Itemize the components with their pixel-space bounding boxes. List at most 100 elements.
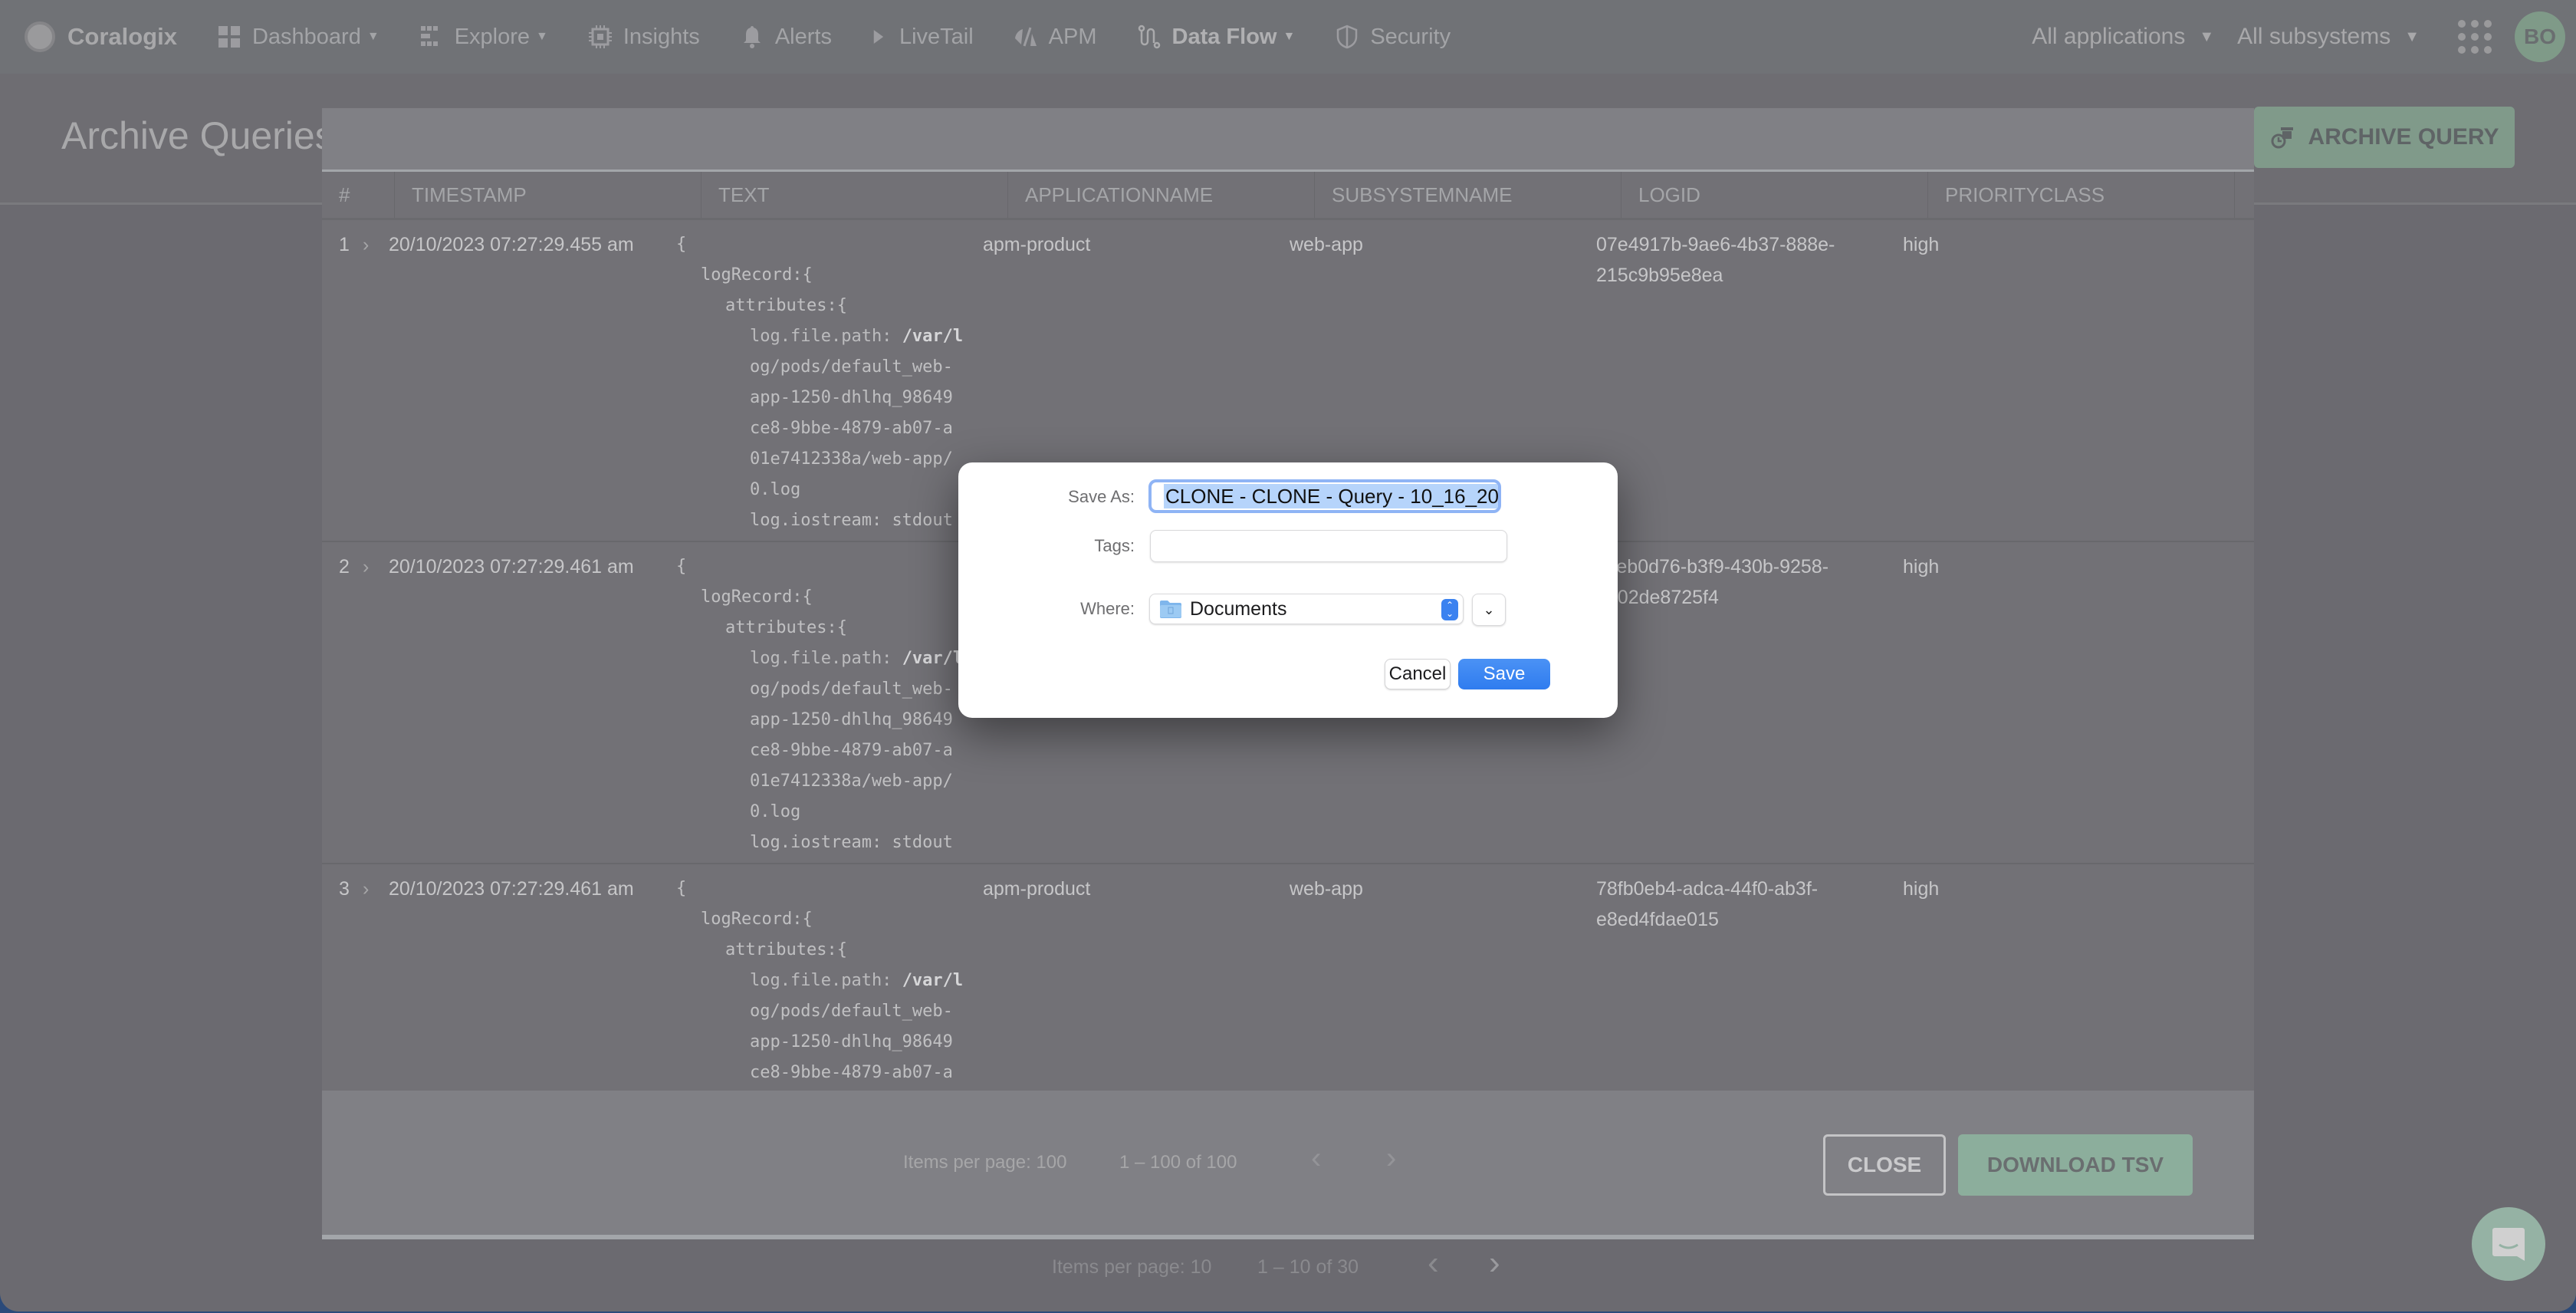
save-as-input[interactable]: CLONE - CLONE - Query - 10_16_20: [1148, 479, 1501, 513]
json-line: 0.log: [750, 802, 801, 821]
apps-grid-icon[interactable]: [2458, 20, 2492, 54]
json-line: log.file.path: /var/l: [750, 649, 964, 668]
nav-item-security[interactable]: Security: [1335, 25, 1451, 50]
row-application: apm-product: [983, 878, 1091, 900]
column-header-logid[interactable]: LOGID: [1622, 172, 1928, 218]
nav-item-label: LiveTail: [899, 24, 974, 49]
save-button[interactable]: Save: [1458, 659, 1550, 689]
items-per-page[interactable]: Items per page: 100: [903, 1152, 1066, 1173]
row-priority: high: [1903, 878, 1940, 900]
nav-item-dashboard[interactable]: Dashboard ▼: [217, 25, 380, 50]
row-priority: high: [1903, 556, 1940, 578]
nav-item-explore[interactable]: Explore ▼: [419, 25, 548, 50]
json-line: app-1250-dhlhq_98649: [750, 1032, 953, 1051]
row-number: 1: [339, 234, 350, 255]
json-line: ce8-9bbe-4879-ab07-a: [750, 419, 953, 438]
row-text: { logRecord:{ attributes:{ log.file.path…: [659, 864, 966, 1091]
user-avatar[interactable]: BO: [2515, 12, 2565, 62]
apm-icon: [1014, 27, 1037, 47]
expand-row-icon[interactable]: ›: [349, 220, 380, 541]
subsystems-filter[interactable]: All subsystems ▼: [2237, 24, 2420, 50]
where-select[interactable]: Documents ⌃ ⌄: [1149, 594, 1464, 624]
nav-item-alerts[interactable]: Alerts: [740, 25, 832, 50]
chevron-down-icon: ⌄: [1483, 601, 1495, 617]
column-header-text[interactable]: TEXT: [702, 172, 1008, 218]
nav-item-label: APM: [1048, 24, 1097, 49]
column-header-applicationname[interactable]: APPLICATIONNAME: [1008, 172, 1315, 218]
row-priority: high: [1903, 234, 1940, 255]
prev-page-icon[interactable]: ‹: [1311, 1141, 1321, 1176]
nav-item-insights[interactable]: Insights: [588, 25, 700, 50]
nav-right: All applications ▼ All subsystems ▼ BO: [2032, 0, 2576, 74]
data-flow-icon: [1138, 25, 1160, 49]
download-tsv-button[interactable]: DOWNLOAD TSV: [1958, 1134, 2193, 1196]
tags-input[interactable]: [1150, 530, 1507, 562]
column-header-priorityclass[interactable]: PRIORITYCLASS: [1928, 172, 2235, 218]
expand-dialog-button[interactable]: ⌄: [1472, 594, 1506, 626]
json-line: attributes:{: [725, 618, 847, 637]
shield-icon: [1337, 25, 1358, 49]
archive-query-button[interactable]: ARCHIVE QUERY: [2254, 107, 2515, 168]
where-label: Where:: [1080, 599, 1135, 618]
json-line: {: [676, 235, 687, 254]
json-line: log.file.path: /var/l: [750, 971, 964, 990]
brand-name: Coralogix: [67, 23, 177, 50]
json-line: log.file.path: /var/l: [750, 327, 964, 346]
outer-next-page-icon[interactable]: ›: [1489, 1244, 1500, 1282]
table-row[interactable]: 3 › 20/10/2023 07:27:29.461 am { logReco…: [322, 864, 2254, 1091]
brand-logo[interactable]: Coralogix: [25, 21, 177, 52]
folder-icon: [1160, 601, 1181, 618]
outer-range: 1 – 10 of 30: [1257, 1256, 1359, 1278]
applications-filter[interactable]: All applications ▼: [2032, 24, 2214, 50]
row-timestamp: 20/10/2023 07:27:29.461 am: [389, 878, 634, 900]
page-range: 1 – 100 of 100: [1119, 1152, 1237, 1173]
page-title: Archive Queries: [61, 114, 334, 157]
json-line: attributes:{: [725, 296, 847, 315]
save-dialog: Save As: CLONE - CLONE - Query - 10_16_2…: [958, 462, 1618, 718]
save-as-label: Save As:: [1068, 487, 1135, 506]
json-line: attributes:{: [725, 940, 847, 959]
next-page-icon[interactable]: ›: [1386, 1141, 1396, 1176]
row-timestamp: 20/10/2023 07:27:29.461 am: [389, 556, 634, 578]
row-logid: 07e4917b-9ae6-4b37-888e- 215c9b95e8ea: [1596, 234, 1835, 286]
nav-item-label: Explore: [454, 24, 531, 49]
bell-icon: [743, 26, 761, 48]
nav-item-apm[interactable]: APM: [1014, 25, 1097, 50]
chevron-down-icon: ▼: [2199, 28, 2215, 45]
expand-row-icon[interactable]: ›: [349, 542, 380, 863]
outer-prev-page-icon[interactable]: ‹: [1428, 1244, 1439, 1282]
row-timestamp: 20/10/2023 07:27:29.455 am: [389, 234, 634, 255]
json-line: 01e7412338a/web-app/: [750, 449, 953, 469]
archive-history-icon: [2271, 127, 2293, 149]
close-button[interactable]: CLOSE: [1823, 1134, 1946, 1196]
explore-icon: [420, 26, 438, 46]
applications-filter-label: All applications: [2032, 24, 2186, 49]
expand-row-icon[interactable]: ›: [349, 864, 380, 1091]
coralogix-logo-icon: [25, 21, 55, 52]
row-subsystem: web-app: [1290, 878, 1363, 900]
nav-item-label: Insights: [623, 24, 700, 49]
outer-items-per-page[interactable]: Items per page: 10: [1052, 1256, 1211, 1278]
subsystems-filter-label: All subsystems: [2237, 24, 2391, 49]
json-line: log.iostream: stdout: [750, 511, 953, 530]
json-line: ce8-9bbe-4879-ab07-a: [750, 741, 953, 760]
chevron-down-icon: ▼: [366, 30, 380, 43]
table-header: # TIMESTAMP TEXT APPLICATIONNAME SUBSYST…: [322, 172, 2254, 220]
column-header-subsystemname[interactable]: SUBSYSTEMNAME: [1315, 172, 1622, 218]
nav-item-label: Data Flow: [1171, 24, 1277, 49]
json-line: logRecord:{: [701, 910, 813, 929]
top-nav: Coralogix Dashboard ▼ Explore ▼ Insights A…: [0, 0, 2576, 74]
nav-item-livetail[interactable]: LiveTail: [872, 25, 974, 50]
chevron-down-icon: ▼: [2404, 28, 2420, 45]
panel-header: [322, 108, 2254, 172]
chat-support-button[interactable]: [2472, 1207, 2545, 1281]
row-number: 3: [339, 878, 350, 900]
tags-label: Tags:: [1094, 536, 1135, 555]
nav-item-label: Security: [1370, 24, 1451, 49]
column-header-number[interactable]: #: [322, 172, 395, 218]
cancel-button[interactable]: Cancel: [1385, 659, 1451, 689]
browser-window: Coralogix Dashboard ▼ Explore ▼ Insights A…: [0, 0, 2576, 1311]
nav-item-data-flow[interactable]: Data Flow ▼: [1137, 24, 1295, 50]
column-header-timestamp[interactable]: TIMESTAMP: [395, 172, 702, 218]
panel-footer: Items per page: 100 1 – 100 of 100 ‹ › C…: [322, 1091, 2254, 1239]
